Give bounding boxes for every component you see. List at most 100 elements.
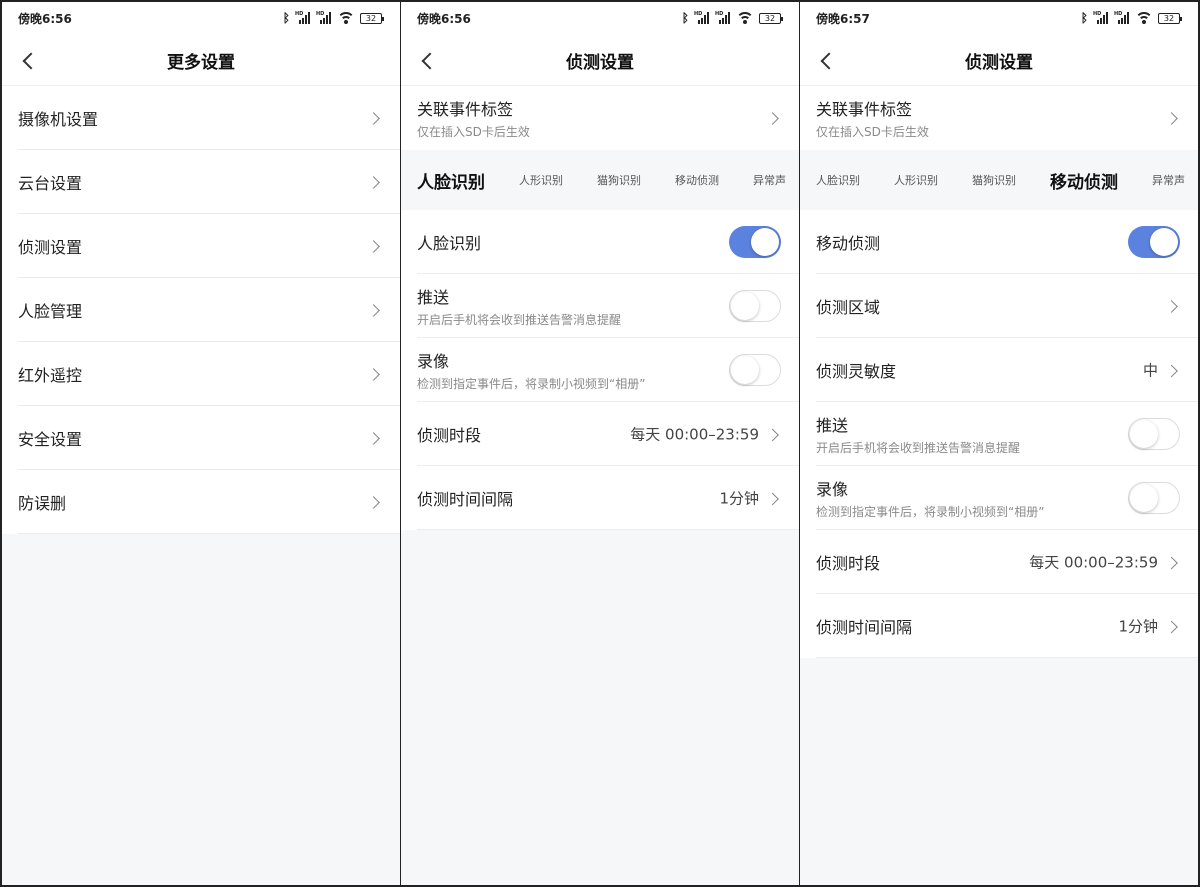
back-arrow-icon[interactable] — [818, 51, 838, 71]
row-label: 移动侦测 — [816, 234, 881, 253]
tab-human[interactable]: 人形识别 — [519, 172, 563, 188]
settings-item-ir-remote[interactable]: 红外遥控 — [2, 342, 400, 406]
detection-options: 人脸识别 推送 开启后手机将会收到推送告警消息提醒 录像 检测到指定事件后，将录… — [401, 210, 799, 530]
detection-interval-row[interactable]: 侦测时间间隔 1分钟 — [800, 594, 1198, 658]
bluetooth-icon: ᛒ — [1080, 11, 1088, 25]
settings-item-detection[interactable]: 侦测设置 — [2, 214, 400, 278]
event-tag-sub: 仅在插入SD卡后生效 — [417, 125, 530, 139]
back-arrow-icon[interactable] — [419, 51, 439, 71]
chevron-right-icon — [368, 303, 382, 317]
wifi-icon — [337, 12, 355, 24]
row-label: 侦测时间间隔 — [816, 618, 913, 637]
panel-separator — [400, 0, 401, 887]
row-label: 人脸识别 — [417, 234, 482, 253]
event-tag-row[interactable]: 关联事件标签 仅在插入SD卡后生效 — [800, 86, 1198, 150]
event-tag-label: 关联事件标签 — [816, 100, 913, 119]
chevron-right-icon — [1166, 363, 1180, 377]
tab-motion[interactable]: 移动侦测 — [1050, 168, 1118, 193]
detection-period-row[interactable]: 侦测时段 每天 00:00–23:59 — [401, 402, 799, 466]
settings-item-label: 防误删 — [18, 494, 67, 513]
status-time: 傍晚6:57 — [816, 11, 870, 26]
row-label: 侦测时段 — [417, 426, 482, 445]
detection-interval-row[interactable]: 侦测时间间隔 1分钟 — [401, 466, 799, 530]
settings-item-label: 红外遥控 — [18, 366, 83, 385]
chevron-right-icon — [1166, 619, 1180, 633]
signal-icon: HD — [1114, 11, 1130, 24]
settings-item-label: 安全设置 — [18, 430, 83, 449]
status-time: 傍晚6:56 — [18, 11, 72, 26]
detection-settings-face-screen: 傍晚6:56 ᛒ HD HD 32 侦测设置 关联事件标签 仅在插入SD卡后生效… — [401, 0, 799, 887]
row-label: 推送 — [417, 288, 450, 307]
tab-sound[interactable]: 异常声 — [753, 172, 786, 188]
tab-sound[interactable]: 异常声 — [1152, 172, 1185, 188]
push-toggle[interactable] — [729, 290, 781, 322]
chevron-right-icon — [767, 111, 781, 125]
detection-area-row[interactable]: 侦测区域 — [800, 274, 1198, 338]
motion-detection-toggle[interactable] — [1128, 226, 1180, 258]
settings-list: 摄像机设置 云台设置 侦测设置 人脸管理 红外遥控 安全设置 防误删 — [2, 86, 400, 534]
push-toggle[interactable] — [1128, 418, 1180, 450]
row-label: 侦测时段 — [816, 554, 881, 573]
row-label: 侦测时间间隔 — [417, 490, 514, 509]
page-header: 侦测设置 — [401, 36, 799, 86]
row-label: 录像 — [816, 480, 849, 499]
settings-item-label: 摄像机设置 — [18, 110, 99, 129]
status-bar: 傍晚6:56 ᛒ HD HD 32 — [2, 0, 400, 36]
record-row: 录像 检测到指定事件后，将录制小视频到“相册” — [800, 466, 1198, 530]
detection-period-row[interactable]: 侦测时段 每天 00:00–23:59 — [800, 530, 1198, 594]
settings-item-anti-delete[interactable]: 防误删 — [2, 470, 400, 534]
event-tag-sub: 仅在插入SD卡后生效 — [816, 125, 929, 139]
battery-icon: 32 — [1158, 12, 1182, 24]
settings-item-security[interactable]: 安全设置 — [2, 406, 400, 470]
signal-icon: HD — [715, 11, 731, 24]
wifi-icon — [736, 12, 754, 24]
page-title: 侦测设置 — [965, 53, 1033, 73]
chevron-right-icon — [1166, 111, 1180, 125]
settings-item-camera[interactable]: 摄像机设置 — [2, 86, 400, 150]
detection-settings-motion-screen: 傍晚6:57 ᛒ HD HD 32 侦测设置 关联事件标签 仅在插入SD卡后生效… — [800, 0, 1198, 887]
motion-detection-row: 移动侦测 — [800, 210, 1198, 274]
push-row: 推送 开启后手机将会收到推送告警消息提醒 — [800, 402, 1198, 466]
back-arrow-icon[interactable] — [20, 51, 40, 71]
detection-tabs: 人脸识别 人形识别 猫狗识别 移动侦测 异常声 — [401, 150, 799, 210]
tab-face[interactable]: 人脸识别 — [816, 172, 860, 188]
signal-icon: HD — [316, 11, 332, 24]
face-detection-row: 人脸识别 — [401, 210, 799, 274]
detection-interval-value: 1分钟 — [719, 489, 759, 508]
sensitivity-value: 中 — [1142, 361, 1158, 380]
more-settings-screen: 傍晚6:56 ᛒ HD HD 32 更多设置 摄像机设置 云台设置 侦测设置 人… — [2, 0, 400, 887]
tab-human[interactable]: 人形识别 — [894, 172, 938, 188]
detection-interval-value: 1分钟 — [1118, 617, 1158, 636]
row-label: 侦测区域 — [816, 298, 881, 317]
bluetooth-icon: ᛒ — [282, 11, 290, 25]
tab-motion[interactable]: 移动侦测 — [675, 172, 719, 188]
settings-item-label: 人脸管理 — [18, 302, 83, 321]
sensitivity-row[interactable]: 侦测灵敏度 中 — [800, 338, 1198, 402]
divider — [417, 529, 799, 530]
page-header: 更多设置 — [2, 36, 400, 86]
record-toggle[interactable] — [1128, 482, 1180, 514]
row-label: 推送 — [816, 416, 849, 435]
tab-face[interactable]: 人脸识别 — [417, 168, 485, 193]
chevron-right-icon — [1166, 555, 1180, 569]
tab-pet[interactable]: 猫狗识别 — [972, 172, 1016, 188]
page-title: 侦测设置 — [566, 53, 634, 73]
battery-icon: 32 — [759, 12, 783, 24]
divider — [18, 533, 400, 534]
divider — [816, 657, 1198, 658]
record-toggle[interactable] — [729, 354, 781, 386]
event-tag-row[interactable]: 关联事件标签 仅在插入SD卡后生效 — [401, 86, 799, 150]
chevron-right-icon — [368, 367, 382, 381]
panel-separator — [799, 0, 800, 887]
tab-pet[interactable]: 猫狗识别 — [597, 172, 641, 188]
page-title: 更多设置 — [167, 53, 235, 73]
settings-item-face-management[interactable]: 人脸管理 — [2, 278, 400, 342]
chevron-right-icon — [767, 427, 781, 441]
row-label: 侦测灵敏度 — [816, 362, 897, 381]
chevron-right-icon — [368, 111, 382, 125]
detection-period-value: 每天 00:00–23:59 — [1029, 553, 1158, 572]
settings-item-ptz[interactable]: 云台设置 — [2, 150, 400, 214]
face-detection-toggle[interactable] — [729, 226, 781, 258]
settings-item-label: 云台设置 — [18, 174, 83, 193]
signal-icon: HD — [1093, 11, 1109, 24]
